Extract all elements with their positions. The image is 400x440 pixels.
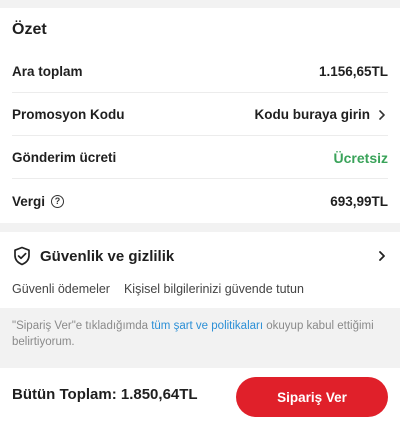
top-band: [0, 0, 400, 8]
security-card[interactable]: Güvenlik ve gizlilik Güvenli ödemeler Ki…: [0, 232, 400, 308]
chevron-right-icon[interactable]: [376, 250, 388, 262]
chevron-right-icon[interactable]: [376, 109, 388, 121]
secure-payments-text: Güvenli ödemeler: [12, 282, 110, 296]
summary-title: Özet: [12, 21, 47, 38]
promo-code-label: Promosyon Kodu: [12, 107, 125, 122]
privacy-text: Kişisel bilgilerinizi güvende tutun: [123, 282, 304, 296]
shipping-value: Ücretsiz: [333, 149, 388, 166]
subtotal-label: Ara toplam: [12, 64, 83, 79]
tax-value: 693,99TL: [330, 193, 388, 209]
subtotal-row: Ara toplam 1.156,65TL: [12, 51, 388, 93]
summary-card: Özet Ara toplam 1.156,65TL Promosyon Kod…: [0, 8, 400, 223]
grand-total: Bütün Toplam: 1.850,64TL: [12, 386, 198, 403]
promo-code-value[interactable]: Kodu buraya girin: [254, 107, 388, 122]
subtotal-value: 1.156,65TL: [318, 64, 388, 79]
shipping-row: Gönderim ücreti Ücretsiz: [12, 137, 388, 179]
info-icon[interactable]: ?: [51, 194, 65, 208]
security-title-group: Güvenlik ve gizlilik: [12, 246, 174, 266]
tax-label-group: Vergi ?: [12, 193, 65, 209]
consent-prefix: "Sipariş Ver"e tıkladığımda: [12, 320, 152, 332]
security-header[interactable]: Güvenlik ve gizlilik: [12, 240, 388, 272]
promo-code-row[interactable]: Promosyon Kodu Kodu buraya girin: [12, 94, 388, 136]
shield-check-icon: [14, 246, 30, 266]
place-order-button[interactable]: Sipariş Ver: [236, 377, 388, 417]
promo-code-text[interactable]: Kodu buraya girin: [254, 107, 370, 122]
tax-label: Vergi: [12, 193, 46, 209]
tax-row: Vergi ? 693,99TL: [12, 180, 388, 222]
terms-link[interactable]: tüm şart ve politikaları: [151, 320, 263, 332]
security-items: Güvenli ödemeler Kişisel bilgilerinizi g…: [12, 282, 304, 296]
consent-text: "Sipariş Ver"e tıkladığımda tüm şart ve …: [12, 318, 388, 350]
shipping-label: Gönderim ücreti: [12, 150, 117, 165]
security-title: Güvenlik ve gizlilik: [40, 247, 175, 265]
